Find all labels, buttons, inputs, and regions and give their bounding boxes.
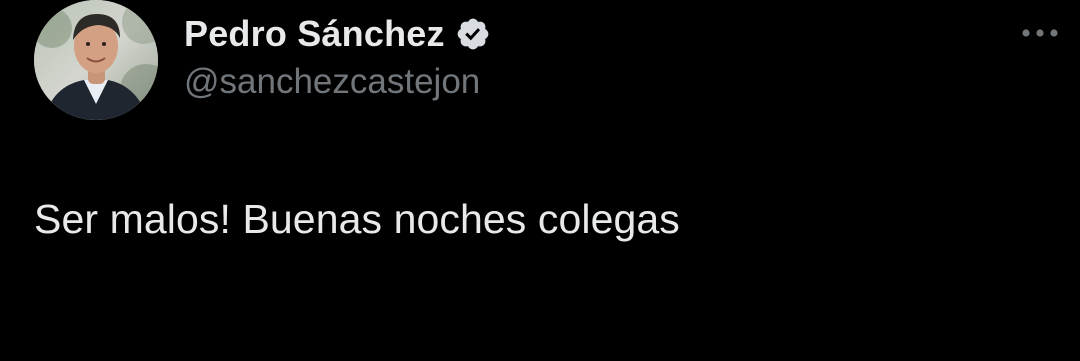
author-name-row: Pedro Sánchez: [184, 10, 491, 58]
profile-photo-icon: [34, 0, 158, 120]
more-horizontal-icon: [1022, 29, 1058, 37]
author-handle[interactable]: @sanchezcastejon: [184, 62, 480, 102]
author-display-name[interactable]: Pedro Sánchez: [184, 13, 445, 55]
tweet-text: Ser malos! Buenas noches colegas: [34, 196, 680, 242]
avatar[interactable]: [34, 0, 158, 120]
verified-badge-icon[interactable]: [455, 16, 491, 52]
tweet-card: Pedro Sánchez @sanchezcastejon Ser malos…: [0, 0, 1080, 361]
more-options-button[interactable]: [1016, 18, 1064, 48]
